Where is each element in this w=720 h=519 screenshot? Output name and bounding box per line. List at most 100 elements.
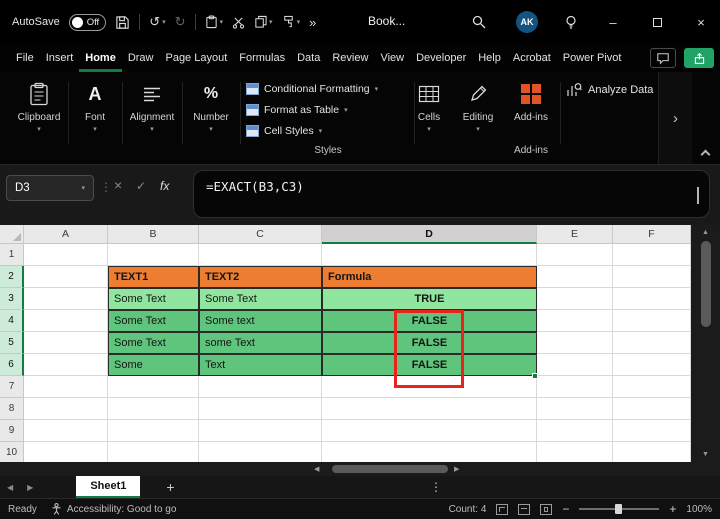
cell-D1[interactable] xyxy=(322,244,537,266)
select-all-corner[interactable] xyxy=(0,225,24,244)
cell-A5[interactable] xyxy=(24,332,108,354)
autosave-toggle[interactable]: Off xyxy=(68,13,107,31)
ribbon-button-conditional-formatting[interactable]: Conditional Formatting ▾ xyxy=(246,78,410,99)
cell-F10[interactable] xyxy=(613,442,691,462)
format-painter-button[interactable]: ▾ xyxy=(282,15,300,29)
cell-D10[interactable] xyxy=(322,442,537,462)
cell-C4[interactable]: Some text xyxy=(199,310,322,332)
menu-tab-review[interactable]: Review xyxy=(326,44,374,72)
sheet-tab-sheet1[interactable]: Sheet1 xyxy=(76,476,141,498)
cell-C10[interactable] xyxy=(199,442,322,462)
cell-B6[interactable]: Some xyxy=(108,354,199,376)
horizontal-scroll-thumb[interactable] xyxy=(332,465,448,473)
cell-E5[interactable] xyxy=(537,332,613,354)
undo-button[interactable]: ↺ ▾ xyxy=(149,14,165,30)
cell-E10[interactable] xyxy=(537,442,613,462)
cell-C1[interactable] xyxy=(199,244,322,266)
cell-B10[interactable] xyxy=(108,442,199,462)
row-header-10[interactable]: 10 xyxy=(0,442,24,462)
menu-tab-power-pivot[interactable]: Power Pivot xyxy=(557,44,628,72)
cell-A1[interactable] xyxy=(24,244,108,266)
cut-button[interactable] xyxy=(232,16,245,29)
cell-D9[interactable] xyxy=(322,420,537,442)
row-header-9[interactable]: 9 xyxy=(0,420,24,442)
close-button[interactable]: × xyxy=(688,0,714,44)
cell-D8[interactable] xyxy=(322,398,537,420)
cell-B7[interactable] xyxy=(108,376,199,398)
next-sheet-button[interactable]: ▶ xyxy=(20,483,40,492)
accessibility-status[interactable]: Accessibility: Good to go xyxy=(51,503,176,515)
search-button[interactable] xyxy=(466,0,492,44)
scroll-left-icon[interactable]: ◀ xyxy=(314,465,319,473)
ribbon-group-clipboard[interactable]: Clipboard ▾ xyxy=(14,79,64,133)
cell-B9[interactable] xyxy=(108,420,199,442)
normal-view-button[interactable] xyxy=(496,503,509,515)
more-commands-button[interactable]: » xyxy=(309,15,316,30)
cell-D2[interactable]: Formula xyxy=(322,266,537,288)
row-header-3[interactable]: 3 xyxy=(0,288,24,310)
name-box[interactable]: D3 ▾ xyxy=(6,175,94,201)
cell-F2[interactable] xyxy=(613,266,691,288)
ribbon-group-editing[interactable]: Editing ▾ xyxy=(455,79,501,133)
scroll-right-icon[interactable]: ▶ xyxy=(454,465,459,473)
cell-B1[interactable] xyxy=(108,244,199,266)
ribbon-button-format-as-table[interactable]: Format as Table ▾ xyxy=(246,99,410,120)
column-header-C[interactable]: C xyxy=(199,225,322,244)
row-header-2[interactable]: 2 xyxy=(0,266,24,288)
zoom-slider-knob[interactable] xyxy=(615,504,623,514)
cell-E1[interactable] xyxy=(537,244,613,266)
column-header-F[interactable]: F xyxy=(613,225,691,244)
menu-tab-help[interactable]: Help xyxy=(472,44,507,72)
row-header-8[interactable]: 8 xyxy=(0,398,24,420)
ribbon-overflow-button[interactable]: › xyxy=(658,72,692,164)
cell-C2[interactable]: TEXT2 xyxy=(199,266,322,288)
cell-D5[interactable]: FALSE xyxy=(322,332,537,354)
insert-function-button[interactable]: fx xyxy=(160,179,169,193)
ribbon-group-number[interactable]: % Number ▾ xyxy=(186,79,236,134)
ribbon-group-cells[interactable]: Cells ▾ xyxy=(406,79,452,133)
copy-button[interactable]: ▾ xyxy=(254,15,273,29)
cell-F7[interactable] xyxy=(613,376,691,398)
cell-C3[interactable]: Some Text xyxy=(199,288,322,310)
row-header-5[interactable]: 5 xyxy=(0,332,24,354)
sheet-options-icon[interactable]: ⋮ xyxy=(430,480,442,494)
share-button[interactable] xyxy=(684,48,714,68)
cell-A3[interactable] xyxy=(24,288,108,310)
column-header-D[interactable]: D xyxy=(322,225,537,244)
cell-D7[interactable] xyxy=(322,376,537,398)
cell-E3[interactable] xyxy=(537,288,613,310)
zoom-slider[interactable] xyxy=(579,504,660,514)
menu-tab-home[interactable]: Home xyxy=(79,44,122,72)
cell-F3[interactable] xyxy=(613,288,691,310)
confirm-entry-button[interactable]: ✓ xyxy=(136,179,146,193)
cell-E2[interactable] xyxy=(537,266,613,288)
column-header-B[interactable]: B xyxy=(108,225,199,244)
horizontal-scrollbar[interactable]: ◀ ▶ xyxy=(0,462,720,476)
previous-sheet-button[interactable]: ◀ xyxy=(0,483,20,492)
collapse-formula-bar-button[interactable] xyxy=(697,187,699,204)
page-layout-view-button[interactable] xyxy=(518,503,531,515)
cell-A10[interactable] xyxy=(24,442,108,462)
cell-B2[interactable]: TEXT1 xyxy=(108,266,199,288)
comments-button[interactable] xyxy=(650,48,676,68)
cell-C6[interactable]: Text xyxy=(199,354,322,376)
redo-button[interactable]: ↻ xyxy=(175,14,186,30)
cell-E6[interactable] xyxy=(537,354,613,376)
cell-C5[interactable]: some Text xyxy=(199,332,322,354)
column-header-E[interactable]: E xyxy=(537,225,613,244)
menu-tab-view[interactable]: View xyxy=(374,44,410,72)
row-header-7[interactable]: 7 xyxy=(0,376,24,398)
maximize-button[interactable] xyxy=(644,0,670,44)
cell-A4[interactable] xyxy=(24,310,108,332)
cell-B4[interactable]: Some Text xyxy=(108,310,199,332)
row-header-6[interactable]: 6 xyxy=(0,354,24,376)
cell-A7[interactable] xyxy=(24,376,108,398)
vertical-scroll-thumb[interactable] xyxy=(700,241,711,327)
cell-E4[interactable] xyxy=(537,310,613,332)
cell-A8[interactable] xyxy=(24,398,108,420)
cell-C8[interactable] xyxy=(199,398,322,420)
fill-handle[interactable] xyxy=(532,373,538,379)
cell-F8[interactable] xyxy=(613,398,691,420)
scroll-down-icon[interactable]: ▼ xyxy=(702,451,709,458)
add-sheet-button[interactable]: + xyxy=(166,479,174,495)
